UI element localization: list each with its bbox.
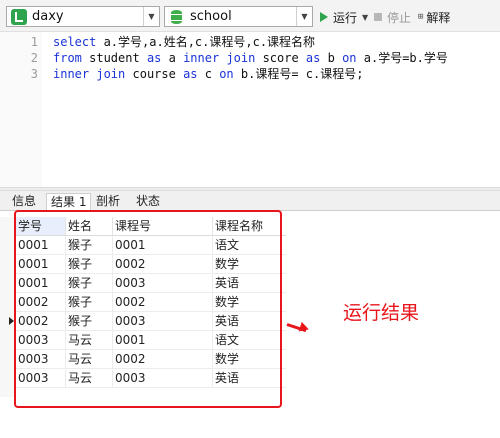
stop-icon <box>374 13 382 21</box>
chevron-down-icon[interactable]: ▼ <box>143 7 159 26</box>
connection-value: daxy <box>32 9 64 24</box>
connection-select[interactable]: daxy ▼ <box>6 6 160 27</box>
stop-label: 停止 <box>387 10 412 25</box>
code-line-3: inner join course as c on b.课程号= c.课程号; <box>53 67 364 81</box>
explain-icon: ⊞ <box>418 11 424 22</box>
result-tabbar: 信息 结果 1 剖析 状态 <box>0 191 500 211</box>
database-icon <box>169 9 185 25</box>
tab-status[interactable]: 状态 <box>132 193 164 211</box>
explain-button[interactable]: ⊞ 解释 <box>418 8 450 26</box>
database-value: school <box>190 9 232 24</box>
line-number: 2 <box>30 51 38 65</box>
line-number: 3 <box>30 67 38 81</box>
sql-editor[interactable]: 1 select a.学号,a.姓名,c.课程号,c.课程名称 2 from s… <box>0 32 500 187</box>
toolbar: daxy ▼ school ▼ 运行 ▼ 停止 ⊞ 解释 <box>0 0 500 32</box>
stop-button[interactable]: 停止 <box>374 8 411 26</box>
connection-icon <box>11 8 27 25</box>
chevron-down-icon[interactable]: ▼ <box>362 13 368 22</box>
database-select[interactable]: school ▼ <box>164 6 313 27</box>
explain-label: 解释 <box>426 10 451 25</box>
code-line-1: select a.学号,a.姓名,c.课程号,c.课程名称 <box>53 35 316 49</box>
code-line-2: from student as a inner join score as b … <box>53 51 448 65</box>
line-number: 1 <box>30 35 38 49</box>
annotation-text: 运行结果 <box>343 302 420 324</box>
chevron-down-icon[interactable]: ▼ <box>296 7 312 26</box>
tab-info[interactable]: 信息 <box>8 193 40 211</box>
play-icon <box>320 12 328 22</box>
run-label: 运行 <box>333 10 358 25</box>
highlight-box <box>14 210 282 408</box>
tab-profile[interactable]: 剖析 <box>92 193 124 211</box>
tab-result-1[interactable]: 结果 1 <box>46 193 92 211</box>
run-button[interactable]: 运行 ▼ <box>320 8 368 26</box>
